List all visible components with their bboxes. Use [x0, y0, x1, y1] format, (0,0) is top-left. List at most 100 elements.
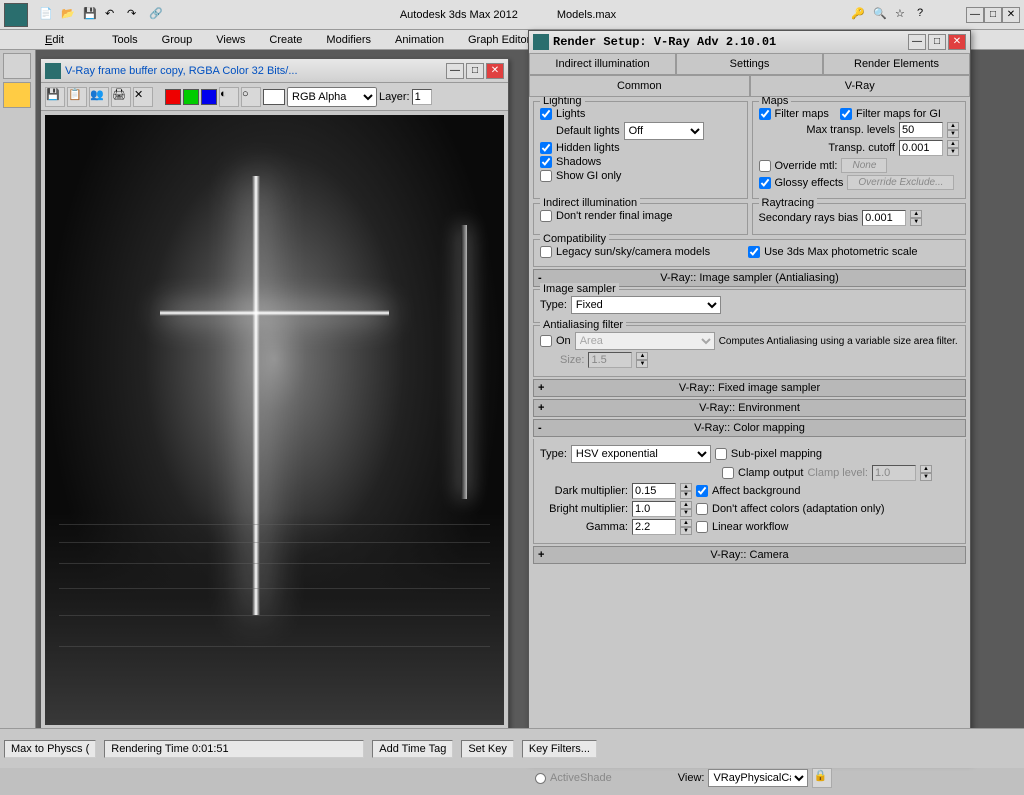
tab-settings[interactable]: Settings [676, 53, 823, 75]
menu-graph[interactable]: Graph Editors [468, 34, 536, 46]
open-icon[interactable]: 📂 [61, 7, 77, 23]
blue-channel-icon[interactable] [201, 89, 217, 105]
minimize-icon[interactable]: — [966, 7, 984, 23]
vfb-app-icon [45, 63, 61, 79]
dark-mult-input[interactable] [632, 483, 676, 499]
close-icon[interactable]: ✕ [1002, 7, 1020, 23]
add-time-tag-button[interactable]: Add Time Tag [372, 740, 453, 758]
vfb-toolbar: 💾 📋 👥 🖨 ✕ ◐ ○ RGB Alpha Layer: [41, 83, 508, 111]
clamp-checkbox[interactable] [722, 467, 734, 479]
max-transp-input[interactable] [899, 122, 943, 138]
status-max-to: Max to Physcs ( [4, 740, 96, 758]
tool-icon[interactable] [3, 82, 31, 108]
tab-common[interactable]: Common [529, 75, 750, 97]
show-gi-checkbox[interactable] [540, 170, 552, 182]
activeshade-radio[interactable] [535, 773, 546, 784]
copy-icon[interactable]: 📋 [67, 87, 87, 107]
spinner-icon[interactable]: ▲▼ [910, 210, 922, 226]
layer-input[interactable] [412, 89, 432, 105]
keys-icon[interactable]: 🔑 [851, 7, 867, 23]
tab-indirect[interactable]: Indirect illumination [529, 53, 676, 75]
dont-render-checkbox[interactable] [540, 210, 552, 222]
legacy-checkbox[interactable] [540, 246, 552, 258]
tab-elements[interactable]: Render Elements [823, 53, 970, 75]
spinner-icon[interactable]: ▲▼ [947, 122, 959, 138]
undo-icon[interactable]: ↶ [105, 7, 121, 23]
hidden-lights-checkbox[interactable] [540, 142, 552, 154]
app-title: Autodesk 3ds Max 2012 Models.max [400, 7, 616, 22]
spinner-icon[interactable]: ▲▼ [680, 501, 692, 517]
bias-input[interactable] [862, 210, 906, 226]
view-select[interactable]: VRayPhysicalCa [708, 769, 808, 787]
star-icon[interactable]: ☆ [895, 7, 911, 23]
new-icon[interactable]: 📄 [39, 7, 55, 23]
maximize-icon[interactable]: □ [984, 7, 1002, 23]
default-lights-select[interactable]: Off [624, 122, 704, 140]
render-image[interactable] [45, 115, 504, 725]
channel-select[interactable]: RGB Alpha [287, 87, 377, 107]
transp-cutoff-input[interactable] [899, 140, 943, 156]
dont-affect-checkbox[interactable] [696, 503, 708, 515]
subpixel-checkbox[interactable] [715, 448, 727, 460]
spinner-icon[interactable]: ▲▼ [680, 519, 692, 535]
clear-icon[interactable]: ✕ [133, 87, 153, 107]
render-setup-window: Render Setup: V-Ray Adv 2.10.01 — □ ✕ In… [528, 30, 971, 762]
tab-vray[interactable]: V-Ray [750, 75, 971, 97]
app-icon[interactable] [4, 3, 28, 27]
set-key-button[interactable]: Set Key [461, 740, 514, 758]
left-toolbar [0, 50, 36, 768]
help-icon[interactable]: ? [917, 7, 933, 23]
lock-view-icon[interactable]: 🔒 [812, 768, 832, 788]
gamma-input[interactable] [632, 519, 676, 535]
bright-mult-input[interactable] [632, 501, 676, 517]
menu-animation[interactable]: Animation [395, 34, 444, 46]
white-swatch[interactable] [263, 89, 285, 105]
clone-icon[interactable]: 👥 [89, 87, 109, 107]
rollup-environment[interactable]: +V-Ray:: Environment [533, 399, 966, 417]
filter-gi-checkbox[interactable] [840, 108, 852, 120]
menu-group[interactable]: Group [162, 34, 193, 46]
sampler-type-select[interactable]: Fixed [571, 296, 721, 314]
menu-tools[interactable]: Tools [112, 34, 138, 46]
rollup-camera[interactable]: +V-Ray:: Camera [533, 546, 966, 564]
spinner-icon[interactable]: ▲▼ [680, 483, 692, 499]
vfb-close-icon[interactable]: ✕ [486, 63, 504, 79]
redo-icon[interactable]: ↷ [127, 7, 143, 23]
green-channel-icon[interactable] [183, 89, 199, 105]
linear-wf-checkbox[interactable] [696, 521, 708, 533]
rollup-fixed[interactable]: +V-Ray:: Fixed image sampler [533, 379, 966, 397]
override-mtl-checkbox[interactable] [759, 160, 771, 172]
photometric-checkbox[interactable] [748, 246, 760, 258]
vfb-minimize-icon[interactable]: — [446, 63, 464, 79]
colormap-type-select[interactable]: HSV exponential [571, 445, 711, 463]
rollup-color-mapping[interactable]: -V-Ray:: Color mapping [533, 419, 966, 437]
key-filters-button[interactable]: Key Filters... [522, 740, 597, 758]
save-image-icon[interactable]: 💾 [45, 87, 65, 107]
rs-minimize-icon[interactable]: — [908, 34, 926, 50]
affect-bg-checkbox[interactable] [696, 485, 708, 497]
save-icon[interactable]: 💾 [83, 7, 99, 23]
vfb-maximize-icon[interactable]: □ [466, 63, 484, 79]
alpha-icon[interactable]: ○ [241, 87, 261, 107]
shadows-checkbox[interactable] [540, 156, 552, 168]
red-channel-icon[interactable] [165, 89, 181, 105]
lights-checkbox[interactable] [540, 108, 552, 120]
select-tool-icon[interactable] [3, 53, 31, 79]
rs-close-icon[interactable]: ✕ [948, 34, 966, 50]
vfb-titlebar[interactable]: V-Ray frame buffer copy, RGBA Color 32 B… [41, 59, 508, 83]
filter-maps-checkbox[interactable] [759, 108, 771, 120]
aa-on-checkbox[interactable] [540, 335, 552, 347]
menu-modifiers[interactable]: Modifiers [326, 34, 371, 46]
print-icon[interactable]: 🖨 [111, 87, 131, 107]
render-setup-titlebar[interactable]: Render Setup: V-Ray Adv 2.10.01 — □ ✕ [529, 31, 970, 53]
menu-edit[interactable]: Edit [45, 34, 88, 46]
menu-create[interactable]: Create [269, 34, 302, 46]
glossy-checkbox[interactable] [759, 177, 771, 189]
aa-size-input [588, 352, 632, 368]
link-icon[interactable]: 🔗 [149, 7, 165, 23]
spinner-icon[interactable]: ▲▼ [947, 140, 959, 156]
binoculars-icon[interactable]: 🔍 [873, 7, 889, 23]
menu-views[interactable]: Views [216, 34, 245, 46]
rs-maximize-icon[interactable]: □ [928, 34, 946, 50]
mono-icon[interactable]: ◐ [219, 87, 239, 107]
